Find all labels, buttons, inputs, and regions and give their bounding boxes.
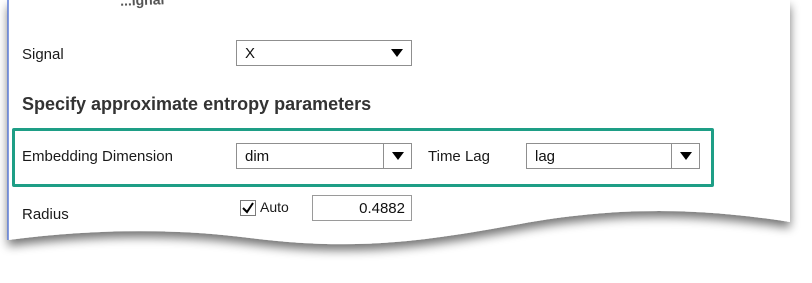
signal-label: Signal (22, 46, 64, 63)
entropy-settings-panel: ...ignal Signal X Specify approximate en… (0, 0, 812, 283)
time-lag-dropdown[interactable]: lag (526, 143, 700, 169)
signal-dropdown-value: X (245, 44, 256, 62)
chevron-down-icon[interactable] (383, 41, 411, 65)
time-lag-label: Time Lag (428, 148, 490, 165)
chevron-down-icon[interactable] (671, 144, 699, 168)
radius-field[interactable]: 0.4882 (312, 195, 412, 221)
embedding-dimension-label: Embedding Dimension (22, 148, 173, 165)
partial-heading: ...ignal (119, 0, 165, 9)
signal-dropdown[interactable]: X (236, 40, 412, 66)
embedding-dimension-value: dim (245, 147, 270, 165)
time-lag-value: lag (535, 147, 556, 165)
radius-label: Radius (22, 206, 69, 223)
embedding-dimension-dropdown[interactable]: dim (236, 143, 412, 169)
auto-checkbox[interactable] (240, 200, 256, 216)
check-icon (242, 202, 254, 214)
chevron-down-icon[interactable] (383, 144, 411, 168)
auto-label: Auto (260, 199, 289, 215)
section-title: Specify approximate entropy parameters (22, 94, 372, 114)
